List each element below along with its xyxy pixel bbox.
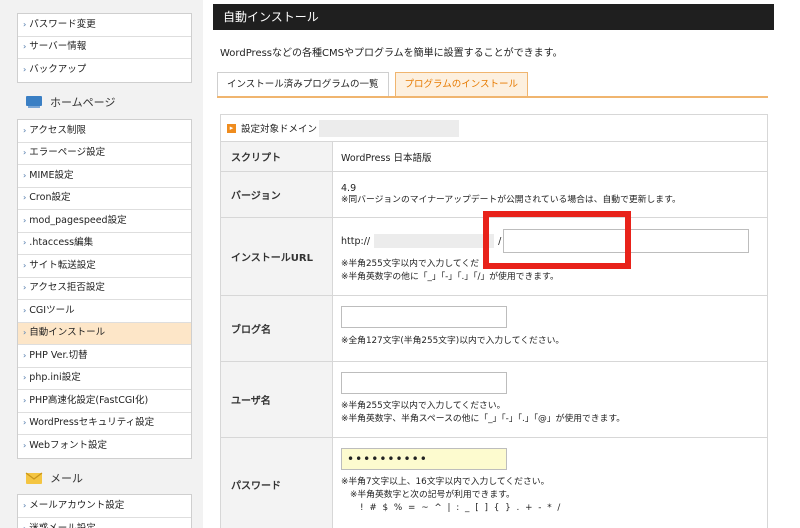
sidebar-item-label: バックアップ [29, 64, 87, 76]
arrow-icon: › [23, 193, 27, 203]
sidebar-item-web-font[interactable]: › Webフォント設定 [18, 435, 191, 458]
install-url-label: インストールURL [221, 218, 333, 295]
username-note-chars: ※半角英数字、半角スペースの他に「_」「-」「.」「@」が使用できます。 [341, 414, 626, 424]
sidebar-item-password[interactable]: › パスワード変更 [18, 14, 191, 37]
arrow-icon: › [23, 350, 27, 360]
main-content: 自動インストール WordPressなどの各種CMSやプログラムを簡単に設置する… [203, 0, 800, 528]
username-row: ユーザ名 ※半角255文字以内で入力してください。 ※半角英数字、半角スペースの… [221, 362, 767, 438]
username-input[interactable] [341, 372, 507, 394]
sidebar-group-mail: ›メールアカウント設定 ›迷惑メール設定 [17, 494, 192, 528]
sidebar-item-htaccess[interactable]: › .htaccess編集 [18, 233, 191, 255]
username-label: ユーザ名 [221, 362, 333, 437]
arrow-icon: › [23, 518, 26, 528]
arrow-icon: › [23, 441, 27, 451]
highlight-annotation-box [483, 211, 631, 269]
page-title: 自動インストール [213, 4, 774, 30]
sidebar-item-fastcgi[interactable]: › PHP高速化設定(FastCGI化) [18, 390, 191, 413]
sidebar-item-auto-install[interactable]: › 自動インストール [18, 322, 191, 345]
tab-installed-list[interactable]: インストール済みプログラムの一覧 [217, 72, 389, 96]
blog-name-row: ブログ名 ※全角127文字(半角255文字)以内で入力してください。 [221, 296, 767, 362]
password-label: パスワード [221, 438, 333, 528]
arrow-icon: › [23, 125, 27, 135]
username-note-length: ※半角255文字以内で入力してください。 [341, 401, 506, 411]
domain-value [319, 119, 460, 137]
sidebar-item-mail-account[interactable]: › メールアカウント設定 [18, 495, 191, 518]
sidebar-group-homepage: › アクセス制限 › エラーページ設定 › MIME設定 › Cron設定 › mod_p… [17, 119, 192, 459]
arrow-icon: › [23, 238, 27, 248]
sidebar-heading-homepage: ホームページ [17, 89, 192, 115]
sidebar-item-php-version[interactable]: › PHP Ver.切替 [18, 345, 191, 368]
arrow-icon: › [23, 215, 27, 225]
sidebar-item-pagespeed[interactable]: › mod_pagespeed設定 [18, 210, 191, 233]
sidebar-item-cgi-tool[interactable]: › CGIツール [18, 300, 191, 323]
tab-underline [217, 96, 768, 98]
sidebar-item-spam[interactable]: ›迷惑メール設定 [18, 518, 191, 528]
password-note-length: ※半角7文字以上、16文字以内で入力してください。 [341, 477, 550, 487]
script-label: スクリプト [221, 142, 333, 171]
sidebar-item-access-restriction[interactable]: › アクセス制限 [18, 120, 191, 143]
tab-bar: インストール済みプログラムの一覧 プログラムのインストール [217, 72, 534, 96]
sidebar-item-php-ini[interactable]: › php.ini設定 [18, 368, 191, 390]
monitor-icon [26, 96, 42, 108]
sidebar-group-top: › パスワード変更 › サーバー情報 › バックアップ [17, 13, 192, 83]
sidebar-item-server-info[interactable]: › サーバー情報 [18, 37, 191, 59]
arrow-icon: › [23, 373, 27, 383]
script-value: WordPress 日本語版 [341, 152, 432, 164]
arrow-icon: › [23, 283, 27, 293]
sidebar-item-error-page[interactable]: › エラーページ設定 [18, 143, 191, 165]
arrow-icon: › [23, 65, 27, 75]
version-value: 4.9 [341, 182, 357, 194]
envelope-icon [25, 472, 43, 484]
sidebar-item-backup[interactable]: › バックアップ [18, 59, 191, 82]
url-domain [374, 234, 495, 248]
script-row: スクリプト WordPress 日本語版 [221, 142, 767, 172]
sidebar-item-label: パスワード変更 [29, 18, 96, 30]
domain-label: 設定対象ドメイン [241, 124, 318, 135]
install-form: ▸ 設定対象ドメイン スクリプト WordPress 日本語版 バージョン 4.… [220, 114, 768, 528]
sidebar-item-cron[interactable]: › Cron設定 [18, 188, 191, 210]
sidebar-item-access-deny[interactable]: › アクセス拒否設定 [18, 278, 191, 300]
password-row: パスワード •••••••••• ※半角7文字以上、16文字以内で入力してくださ… [221, 438, 767, 528]
sidebar: › パスワード変更 › サーバー情報 › バックアップ ホームページ › アクセス制限 … [0, 0, 203, 528]
blog-name-input[interactable] [341, 306, 507, 328]
url-prefix: http:// [341, 235, 371, 247]
version-note: ※同バージョンのマイナーアップデートが公開されている場合は、自動で更新します。 [341, 194, 681, 205]
version-label: バージョン [221, 172, 333, 217]
arrow-icon: › [23, 170, 27, 180]
url-note-chars: ※半角英数字の他に「_」「-」「.」「/」が使用できます。 [341, 272, 559, 282]
page-description: WordPressなどの各種CMSやプログラムを簡単に設置することができます。 [220, 48, 563, 59]
password-input[interactable]: •••••••••• [341, 448, 507, 470]
blog-name-note: ※全角127文字(半角255文字)以内で入力してください。 [341, 336, 565, 346]
arrow-icon: › [23, 500, 27, 510]
arrow-icon: › [23, 19, 27, 29]
sidebar-item-wp-security[interactable]: › WordPressセキュリティ設定 [18, 413, 191, 435]
arrow-icon: › [23, 148, 27, 158]
arrow-icon: › [23, 305, 27, 315]
arrow-icon: › [23, 328, 27, 338]
blog-name-label: ブログ名 [221, 296, 333, 361]
arrow-icon: › [23, 42, 27, 52]
arrow-icon: › [23, 418, 27, 428]
password-note-chars: ※半角英数字と次の記号が利用できます。 [350, 490, 515, 500]
tab-install-program[interactable]: プログラムのインストール [394, 72, 529, 96]
sidebar-item-label: サーバー情報 [29, 41, 87, 53]
password-note-symbols: ! # $ % = ~ ^ | : _ [ ] { } . + - * / [360, 503, 562, 513]
sidebar-item-mime[interactable]: › MIME設定 [18, 165, 191, 188]
sidebar-item-site-redirect[interactable]: › サイト転送設定 [18, 255, 191, 278]
caret-right-icon: ▸ [227, 123, 236, 133]
arrow-icon: › [23, 395, 27, 405]
sidebar-heading-mail: メール [17, 465, 192, 491]
domain-row: ▸ 設定対象ドメイン [221, 115, 767, 142]
arrow-icon: › [23, 260, 27, 270]
